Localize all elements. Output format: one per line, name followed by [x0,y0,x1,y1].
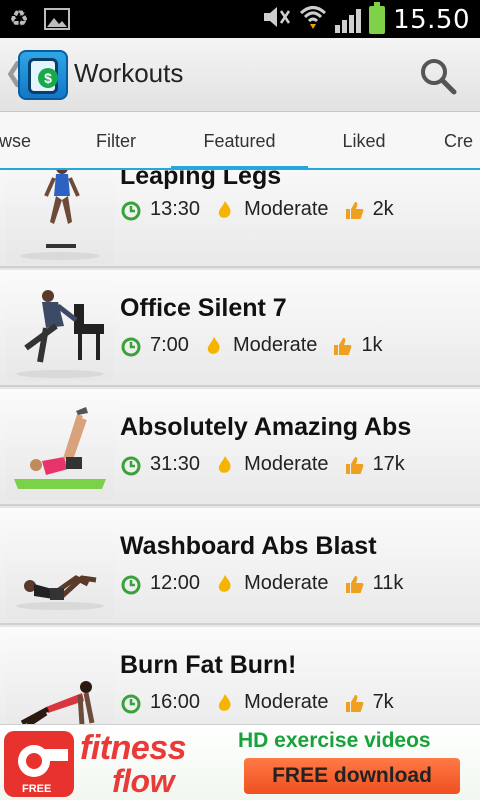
action-bar: ❮ $ Workouts [0,38,480,112]
ad-tagline: HD exercise videos [238,729,431,752]
tab-created[interactable]: Cre [444,112,480,170]
tab-featured[interactable]: Featured [171,112,308,172]
ad-download-button[interactable]: FREE download [244,758,460,794]
workout-row[interactable]: Absolutely Amazing Abs 31:30 Moderate 17… [0,389,480,506]
clock-icon [121,575,141,594]
status-bar: ♻ 15.50 [0,0,480,38]
workout-title: Office Silent 7 [120,294,287,322]
thumbs-up-icon [345,575,363,593]
page-title: Workouts [74,58,184,88]
workout-duration: 7:00 [150,334,189,356]
tab-liked[interactable]: Liked [316,112,412,170]
flame-icon [218,200,231,218]
workout-difficulty: Moderate [244,572,329,594]
workout-likes: 1k [361,334,383,356]
workout-difficulty: Moderate [244,198,329,220]
workout-meta: 12:00 Moderate 11k [120,572,403,595]
thumbs-up-icon [345,694,363,712]
thumbs-up-icon [345,456,363,474]
workout-duration: 13:30 [150,198,201,220]
clock-icon [121,201,141,220]
clock-icon [121,694,141,713]
logo-dollar-icon: $ [38,68,58,88]
workout-thumbnail [6,633,114,724]
workout-likes: 11k [372,572,404,594]
workout-thumbnail [6,395,114,500]
ad-banner[interactable]: FREE fitness flow HD exercise videos FRE… [0,724,480,800]
workout-meta: 7:00 Moderate 1k [120,334,383,357]
ad-brand-line2: flow [112,763,174,799]
workout-difficulty: Moderate [232,334,318,356]
workout-duration: 31:30 [150,453,201,475]
tab-browse[interactable]: wse [0,112,50,170]
flame-icon [218,574,231,592]
status-time: 15.50 [393,4,470,35]
flame-icon [218,693,231,711]
search-icon [421,59,457,95]
workout-list[interactable]: Leaping Legs 13:30 Moderate 2k Office Si… [0,170,480,724]
flame-icon [207,336,220,354]
workout-thumbnail [6,170,114,264]
workout-difficulty: Moderate [244,691,329,713]
wifi-icon [299,4,327,35]
workout-thumbnail [6,514,114,619]
workout-row[interactable]: Washboard Abs Blast 12:00 Moderate 11k [0,508,480,625]
workout-likes: 2k [372,198,394,220]
workout-duration: 16:00 [150,691,201,713]
workout-title: Washboard Abs Blast [120,532,377,560]
workout-row[interactable]: Office Silent 7 7:00 Moderate 1k [0,270,480,387]
workout-title: Burn Fat Burn! [120,651,297,679]
tab-filter[interactable]: Filter [70,112,162,170]
thumbs-up-icon [334,337,352,355]
image-notification-icon [44,6,70,32]
tab-bar: wse Filter Featured Liked Cre [0,112,480,172]
whistle-icon: FREE [4,731,74,797]
clock-icon [121,456,141,475]
flame-icon [218,455,231,473]
workout-meta: 31:30 Moderate 17k [120,453,405,476]
workout-title: Leaping Legs [120,170,282,190]
workout-difficulty: Moderate [244,453,329,475]
signal-strength-icon [335,7,362,33]
ad-free-badge: FREE [22,783,52,795]
app-logo[interactable]: $ [18,50,68,100]
battery-icon [369,1,386,34]
recycle-icon: ♻ [9,6,29,32]
workout-meta: 13:30 Moderate 2k [120,198,394,221]
thumbs-up-icon [345,201,363,219]
workout-likes: 17k [372,453,405,475]
mute-icon [261,5,291,34]
clock-icon [121,337,141,356]
workout-meta: 16:00 Moderate 7k [120,691,394,714]
search-button[interactable] [418,56,458,96]
workout-row[interactable]: Leaping Legs 13:30 Moderate 2k [0,170,480,268]
workout-duration: 12:00 [150,572,201,594]
workout-thumbnail [6,276,114,381]
workout-row[interactable]: Burn Fat Burn! 16:00 Moderate 7k [0,627,480,724]
workout-title: Absolutely Amazing Abs [120,413,412,441]
workout-likes: 7k [372,691,394,713]
